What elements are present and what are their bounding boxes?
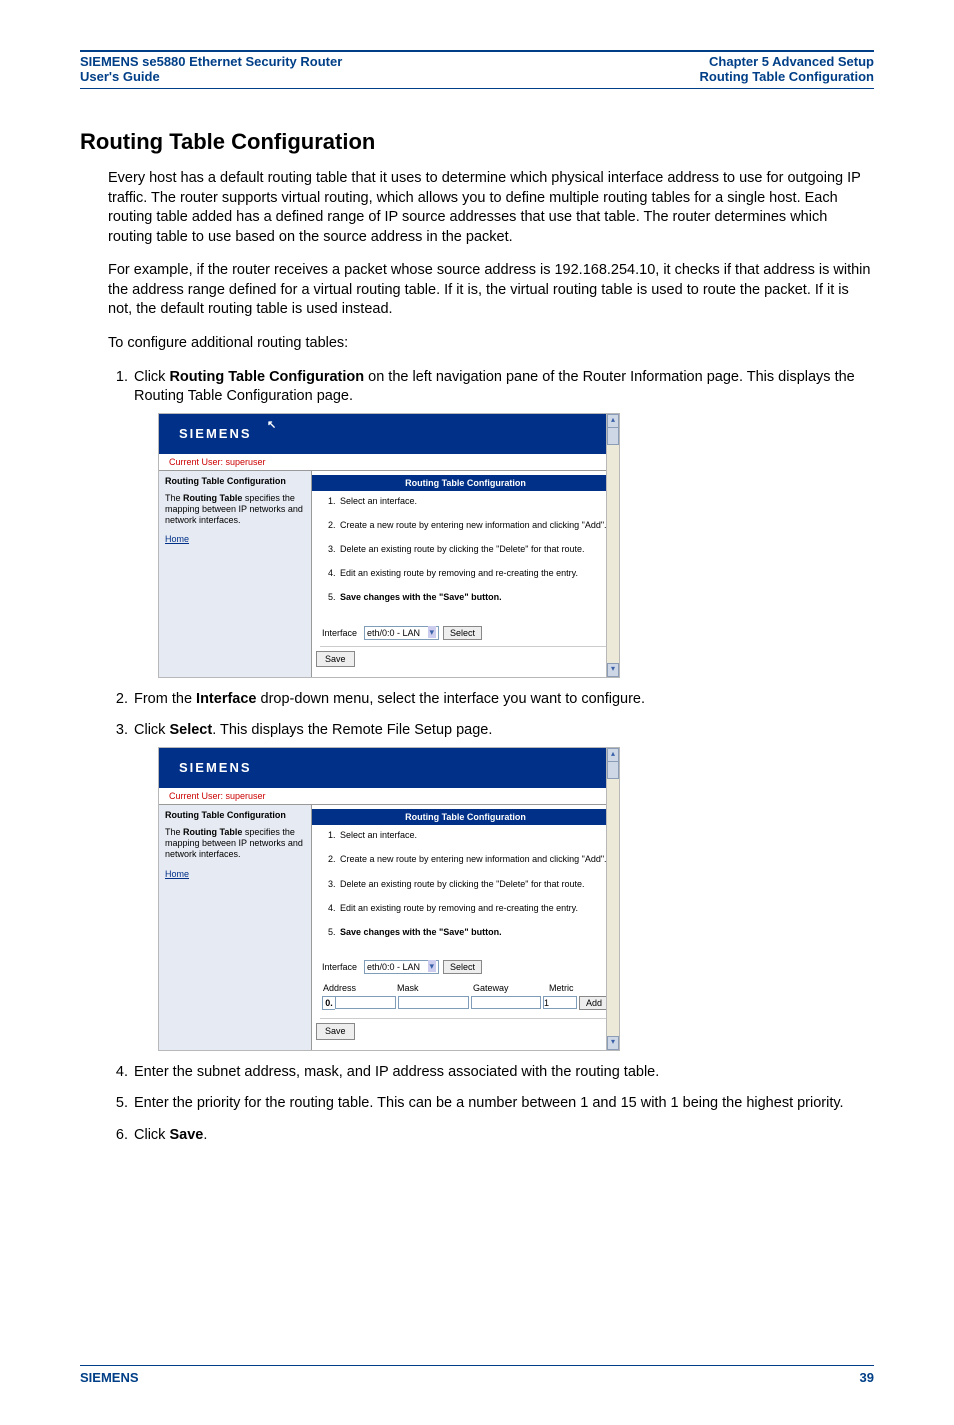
page-title: Routing Table Configuration: [80, 129, 874, 155]
mask-input[interactable]: [398, 996, 469, 1009]
ss1-user-bar: Current User: superuser: [159, 454, 619, 471]
ss1-iface-label: Interface: [322, 627, 360, 639]
ss2-route-table: Address Mask Gateway Metric 0.: [312, 980, 619, 1014]
metric-input[interactable]: [543, 996, 577, 1009]
ss2-select-button[interactable]: Select: [443, 960, 482, 974]
step-2: From the Interface drop-down menu, selec…: [132, 690, 874, 710]
step-5: Enter the priority for the routing table…: [132, 1094, 874, 1114]
ss1-select-button[interactable]: Select: [443, 626, 482, 640]
cursor-icon: ↖: [267, 418, 278, 433]
ss2-main-title: Routing Table Configuration: [312, 809, 619, 825]
ss2-side-title: Routing Table Configuration: [165, 809, 305, 821]
scroll-up-icon[interactable]: ▴: [607, 414, 619, 428]
ss2-sidebar: Routing Table Configuration The Routing …: [159, 805, 312, 1049]
ss1-side-title: Routing Table Configuration: [165, 475, 305, 487]
step-6: Click Save.: [132, 1126, 874, 1146]
ss2-main: Routing Table Configuration Select an in…: [312, 805, 619, 1049]
ss2-iface-label: Interface: [322, 961, 360, 973]
ss2-instructions: Select an interface. Create a new route …: [312, 829, 619, 956]
intro-para-3: To configure additional routing tables:: [108, 334, 874, 354]
col-mask: Mask: [397, 982, 473, 994]
ss1-instructions: Select an interface. Create a new route …: [312, 495, 619, 622]
add-button[interactable]: Add: [579, 996, 609, 1010]
ss2-save-button[interactable]: Save: [316, 1023, 355, 1039]
address-input[interactable]: [335, 996, 396, 1009]
ss2-user-bar: Current User: superuser: [159, 788, 619, 805]
step-1: Click Routing Table Configuration on the…: [132, 368, 874, 678]
ss2-side-desc: The Routing Table specifies the mapping …: [165, 827, 305, 859]
scroll-down-icon[interactable]: ▾: [607, 663, 619, 677]
header-left-1: SIEMENS se5880 Ethernet Security Router: [80, 54, 342, 69]
ss1-main-title: Routing Table Configuration: [312, 475, 619, 491]
gateway-input[interactable]: [471, 996, 542, 1009]
page-footer: SIEMENS 39: [80, 1365, 874, 1385]
ss2-brand-bar: SIEMENS: [159, 748, 619, 788]
col-address: Address: [322, 982, 397, 994]
ss1-main: Routing Table Configuration Select an in…: [312, 471, 619, 677]
page-header: SIEMENS se5880 Ethernet Security Router …: [80, 54, 874, 89]
ss2-scrollbar[interactable]: ▴ ▾: [606, 748, 619, 1050]
ss1-side-desc: The Routing Table specifies the mapping …: [165, 493, 305, 525]
ss1-sidebar: Routing Table Configuration The Routing …: [159, 471, 312, 677]
scroll-down-icon[interactable]: ▾: [607, 1036, 619, 1050]
scroll-thumb[interactable]: [607, 427, 619, 445]
col-gateway: Gateway: [473, 982, 549, 994]
ss2-home-link[interactable]: Home: [165, 868, 305, 880]
screenshot-2: SIEMENS Current User: superuser Routing …: [158, 747, 620, 1051]
step-3: Click Select. This displays the Remote F…: [132, 721, 874, 1050]
ss1-home-link[interactable]: Home: [165, 533, 305, 545]
footer-brand: SIEMENS: [80, 1370, 139, 1385]
ss1-scrollbar[interactable]: ▴ ▾: [606, 414, 619, 677]
top-rule: [80, 50, 874, 52]
intro-para-1: Every host has a default routing table t…: [108, 169, 874, 247]
footer-page-number: 39: [860, 1370, 874, 1385]
intro-para-2: For example, if the router receives a pa…: [108, 261, 874, 320]
header-left-2: User's Guide: [80, 69, 342, 84]
header-right-2: Routing Table Configuration: [699, 69, 874, 84]
ss1-iface-select[interactable]: eth/0:0 - LAN: [364, 626, 439, 640]
header-right-1: Chapter 5 Advanced Setup: [699, 54, 874, 69]
addr-prefix: 0.: [322, 996, 335, 1010]
col-metric: Metric: [549, 982, 583, 994]
steps-list: Click Routing Table Configuration on the…: [108, 368, 874, 1146]
scroll-thumb[interactable]: [607, 761, 619, 779]
screenshot-1: SIEMENS ↖ Current User: superuser Routin…: [158, 413, 620, 678]
ss1-brand-bar: SIEMENS ↖: [159, 414, 619, 454]
table-row: 0. Add: [322, 996, 609, 1010]
scroll-up-icon[interactable]: ▴: [607, 748, 619, 762]
step-4: Enter the subnet address, mask, and IP a…: [132, 1063, 874, 1083]
ss2-iface-select[interactable]: eth/0:0 - LAN: [364, 960, 439, 974]
ss1-save-button[interactable]: Save: [316, 651, 355, 667]
